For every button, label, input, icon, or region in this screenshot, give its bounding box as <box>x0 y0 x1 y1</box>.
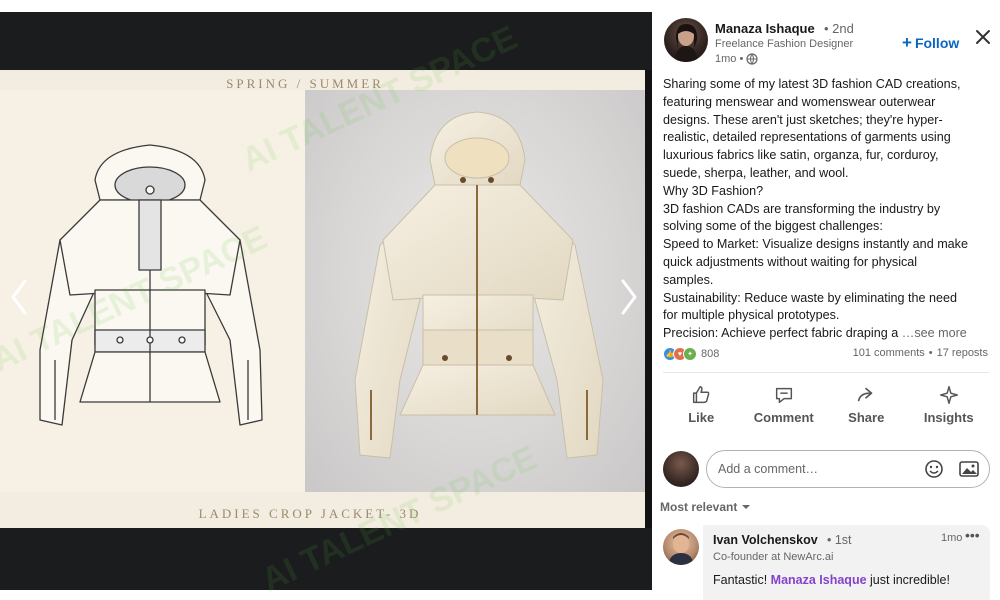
commenter-avatar[interactable] <box>663 529 699 565</box>
sort-label: Most relevant <box>660 500 738 514</box>
post-line: Sharing some of my latest 3D fashion CAD… <box>663 77 961 91</box>
comment-bubble: Ivan Volchenskov • 1st 1mo ••• Co-founde… <box>703 525 990 600</box>
comment-text-start: Fantastic! <box>713 573 771 587</box>
globe-icon <box>746 53 758 65</box>
post-author: Manaza Ishaque • 2nd Freelance Fashion D… <box>664 18 994 68</box>
comment-item: Ivan Volchenskov • 1st 1mo ••• Co-founde… <box>663 525 990 600</box>
chevron-right-icon <box>621 279 637 315</box>
thumbs-up-icon <box>693 386 710 404</box>
post-time-text: 1mo • <box>715 53 744 65</box>
comment-sort-dropdown[interactable]: Most relevant <box>660 500 751 514</box>
post-line: samples. <box>663 272 714 287</box>
share-label: Share <box>848 410 885 425</box>
post-line: Why 3D Fashion? <box>663 183 764 198</box>
jacket-sketch-drawing <box>39 144 263 426</box>
reposts-count[interactable]: 17 reposts <box>937 347 988 359</box>
post-line: luxurious fabrics like satin, organza, f… <box>663 148 939 163</box>
close-button[interactable] <box>969 23 997 51</box>
comment-bubble-icon <box>775 387 792 404</box>
comment-label: Comment <box>753 410 814 425</box>
post-detail-panel: Manaza Ishaque • 2nd Freelance Fashion D… <box>652 0 1000 600</box>
next-slide-button[interactable] <box>612 272 646 322</box>
post-line: suede, sherpa, leather, and wool. <box>663 165 849 180</box>
author-avatar-image <box>674 24 698 62</box>
post-line: solving some of the biggest challenges: <box>663 219 883 234</box>
comment-text: Fantastic! Manaza Ishaque just incredibl… <box>713 573 950 587</box>
post-timestamp: 1mo • <box>715 53 758 65</box>
author-headline: Freelance Fashion Designer <box>715 38 854 50</box>
commenter-avatar-image <box>668 533 694 565</box>
media-top-band <box>0 0 652 12</box>
comments-count[interactable]: 101 comments <box>853 347 925 359</box>
see-more-link[interactable]: …see more <box>902 326 967 340</box>
author-avatar[interactable] <box>664 18 708 62</box>
jacket-3d-drawing <box>354 111 604 459</box>
comment-more-button[interactable]: ••• <box>965 527 980 543</box>
media-bottom-band <box>0 590 652 600</box>
emoji-icon <box>925 460 943 478</box>
technical-sketch <box>0 90 305 492</box>
connection-degree: • 2nd <box>824 21 854 36</box>
media-top-bar <box>0 12 652 70</box>
separator: • <box>928 347 933 359</box>
post-truncated-text: Precision: Achieve perfect fabric drapin… <box>663 326 899 341</box>
insights-button[interactable]: Insights <box>909 378 989 430</box>
post-line: designs. These aren't just sketches; the… <box>663 112 943 127</box>
chevron-down-icon <box>742 505 751 509</box>
comment-composer: Add a comment… <box>663 450 990 488</box>
like-label: Like <box>688 410 715 425</box>
comment-time: 1mo <box>941 532 963 544</box>
follow-button[interactable]: + Follow <box>902 34 959 51</box>
plus-icon: + <box>902 33 912 52</box>
post-image: SPRING / SUMMER LADIES CROP JACKET- 3D <box>0 70 645 528</box>
follow-label: Follow <box>914 34 960 51</box>
post-actions: Like Comment Share Insights <box>660 378 990 430</box>
previous-slide-button[interactable] <box>2 272 36 322</box>
comment-button[interactable]: Comment <box>744 378 824 430</box>
comment-text-end: just incredible! <box>866 573 950 587</box>
commenter-name[interactable]: Ivan Volchenskov <box>713 533 818 547</box>
post-line: featuring menswear and womenswear outerw… <box>663 94 936 109</box>
post-line: realistic, detailed representations of g… <box>663 130 951 145</box>
jacket-3d-render <box>305 90 645 492</box>
post-line: Sustainability: Reduce waste by eliminat… <box>663 290 958 305</box>
divider <box>663 372 989 373</box>
sparkle-icon <box>939 386 958 404</box>
media-bottom-bar <box>0 528 652 590</box>
mention-link[interactable]: Manaza Ishaque <box>771 573 867 587</box>
add-image-button[interactable] <box>958 458 980 480</box>
post-body: Sharing some of my latest 3D fashion CAD… <box>663 76 991 343</box>
media-viewer: SPRING / SUMMER LADIES CROP JACKET- 3D <box>0 0 652 600</box>
post-line: for multiple physical prototypes. <box>663 308 840 323</box>
close-icon <box>976 30 990 44</box>
commenter-degree: • 1st <box>827 533 852 547</box>
slide-product-label: LADIES CROP JACKET- 3D <box>198 506 422 521</box>
reactions-summary[interactable]: 👍 ♥ ✦ 808 <box>663 347 719 361</box>
engagement-counts: 101 comments • 17 reposts <box>853 347 988 359</box>
post-last-line: Precision: Achieve perfect fabric drapin… <box>663 325 991 343</box>
post-line: quick adjustments without waiting for ph… <box>663 254 918 269</box>
comment-input[interactable]: Add a comment… <box>706 450 990 488</box>
current-user-avatar[interactable] <box>663 451 699 487</box>
image-icon <box>959 461 979 477</box>
share-button[interactable]: Share <box>826 378 906 430</box>
chevron-left-icon <box>11 279 27 315</box>
share-arrow-icon <box>858 387 873 402</box>
reaction-count: 808 <box>701 348 720 360</box>
insights-label: Insights <box>923 410 974 425</box>
celebrate-reaction-icon: ✦ <box>683 347 697 361</box>
like-button[interactable]: Like <box>661 378 741 430</box>
post-line: Speed to Market: Visualize designs insta… <box>663 237 968 252</box>
commenter-headline: Co-founder at NewArc.ai <box>713 551 834 563</box>
post-line: 3D fashion CADs are transforming the ind… <box>663 201 941 216</box>
social-counts: 👍 ♥ ✦ 808 101 comments • 17 reposts <box>663 347 988 365</box>
author-name[interactable]: Manaza Ishaque <box>715 21 815 36</box>
emoji-button[interactable] <box>923 458 945 480</box>
